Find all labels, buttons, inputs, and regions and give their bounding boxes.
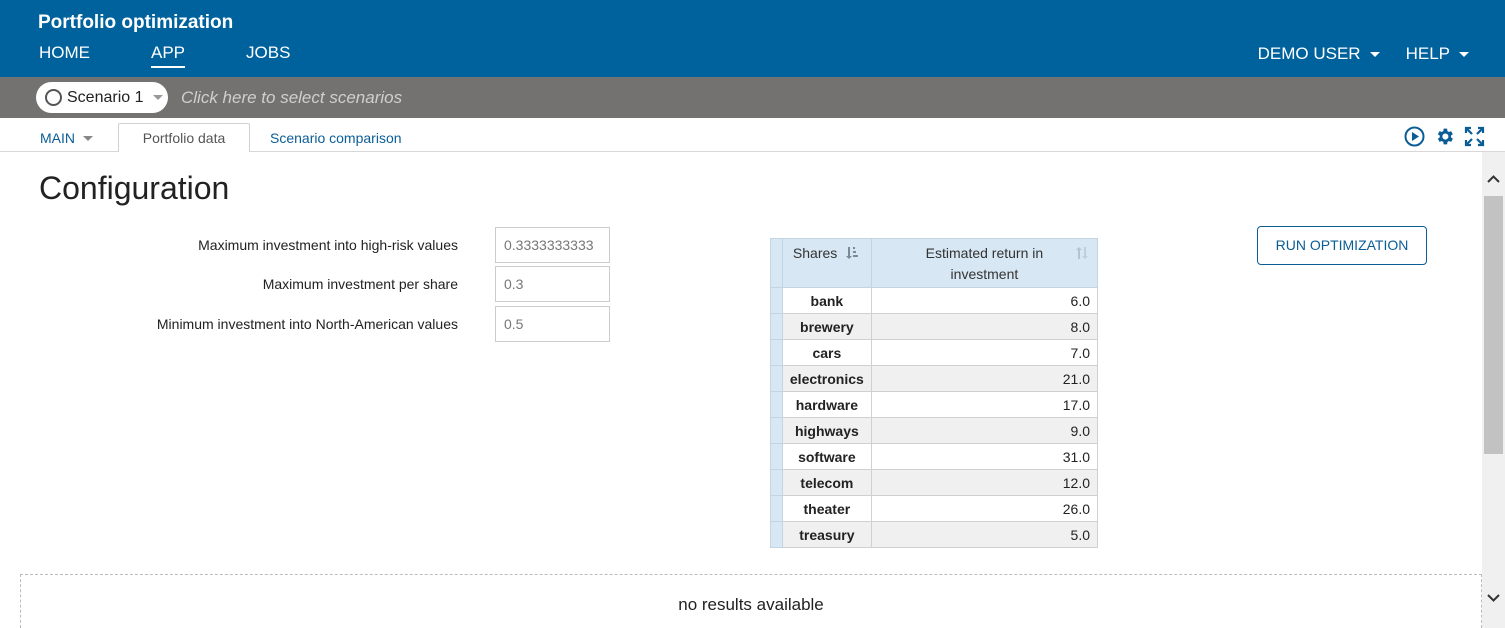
play-icon[interactable] xyxy=(1403,125,1425,147)
return-cell[interactable]: 5.0 xyxy=(870,521,1099,548)
main-content: Configuration Maximum investment into hi… xyxy=(0,152,1482,628)
share-cell[interactable]: highways xyxy=(781,417,872,444)
scroll-down-icon[interactable] xyxy=(1486,590,1501,605)
app-title: Portfolio optimization xyxy=(38,12,234,33)
table-row: software 31.0 xyxy=(770,443,1099,470)
run-optimization-button[interactable]: RUN OPTIMIZATION xyxy=(1257,226,1427,265)
share-cell[interactable]: theater xyxy=(781,495,872,522)
table-row: cars 7.0 xyxy=(770,339,1099,366)
sort-icon[interactable] xyxy=(1074,245,1088,266)
row-gutter xyxy=(770,417,783,444)
shares-table: Shares Estimated return in investment ba… xyxy=(770,238,1099,548)
row-gutter xyxy=(770,469,783,496)
results-message: no results available xyxy=(678,595,824,614)
chevron-down-icon xyxy=(83,135,93,141)
param-row-north-american: Minimum investment into North-American v… xyxy=(0,306,620,342)
nav-jobs[interactable]: JOBS xyxy=(246,43,290,68)
col-header-shares[interactable]: Shares xyxy=(781,238,872,288)
share-cell[interactable]: brewery xyxy=(781,313,872,340)
page-title: Configuration xyxy=(39,170,230,206)
return-cell[interactable]: 12.0 xyxy=(870,469,1099,496)
table-row: highways 9.0 xyxy=(770,417,1099,444)
table-row: hardware 17.0 xyxy=(770,391,1099,418)
scrollbar-thumb[interactable] xyxy=(1484,196,1503,454)
return-cell[interactable]: 8.0 xyxy=(870,313,1099,340)
scenario-bar: Scenario 1 Click here to select scenario… xyxy=(0,77,1505,118)
north-american-input[interactable]: 0.5 xyxy=(495,306,610,342)
scenario-selector[interactable]: Scenario 1 xyxy=(36,82,168,113)
table-row: bank 6.0 xyxy=(770,287,1099,314)
help-menu-label: HELP xyxy=(1405,44,1450,63)
nav-home[interactable]: HOME xyxy=(39,43,90,68)
table-corner xyxy=(770,238,783,288)
chevron-down-icon xyxy=(1369,51,1380,57)
return-cell[interactable]: 7.0 xyxy=(870,339,1099,366)
results-panel: no results available xyxy=(20,574,1482,628)
help-menu[interactable]: HELP xyxy=(1406,44,1469,64)
table-row: theater 26.0 xyxy=(770,495,1099,522)
share-cell[interactable]: cars xyxy=(781,339,872,366)
share-cell[interactable]: telecom xyxy=(781,469,872,496)
expand-icon[interactable] xyxy=(1463,125,1485,147)
table-row: electronics 21.0 xyxy=(770,365,1099,392)
tab-portfolio-data[interactable]: Portfolio data xyxy=(118,123,250,153)
return-cell[interactable]: 21.0 xyxy=(870,365,1099,392)
param-label: Maximum investment into high-risk values xyxy=(198,237,458,253)
chevron-down-icon xyxy=(152,95,163,100)
table-row: treasury 5.0 xyxy=(770,521,1099,548)
share-cell[interactable]: software xyxy=(781,443,872,470)
tab-toolbar xyxy=(1403,125,1485,147)
per-share-input[interactable]: 0.3 xyxy=(495,266,610,302)
param-row-per-share: Maximum investment per share 0.3 xyxy=(0,266,620,302)
return-cell[interactable]: 9.0 xyxy=(870,417,1099,444)
return-cell[interactable]: 17.0 xyxy=(870,391,1099,418)
high-risk-input[interactable]: 0.3333333333 xyxy=(495,227,610,263)
col-header-label: Shares xyxy=(792,245,838,261)
row-gutter xyxy=(770,339,783,366)
scroll-up-icon[interactable] xyxy=(1486,172,1501,187)
return-cell[interactable]: 31.0 xyxy=(870,443,1099,470)
row-gutter xyxy=(770,391,783,418)
row-gutter xyxy=(770,287,783,314)
sort-ascending-icon[interactable] xyxy=(845,246,859,263)
scenario-name: Scenario 1 xyxy=(67,88,144,106)
share-cell[interactable]: electronics xyxy=(781,365,872,392)
row-gutter xyxy=(770,313,783,340)
row-gutter xyxy=(770,521,783,548)
share-cell[interactable]: treasury xyxy=(781,521,872,548)
param-row-high-risk: Maximum investment into high-risk values… xyxy=(0,227,620,263)
tab-main-menu[interactable]: MAIN xyxy=(40,130,93,146)
col-header-label: Estimated return in investment xyxy=(925,245,1044,282)
right-menu: DEMO USER HELP xyxy=(1232,44,1469,64)
share-cell[interactable]: hardware xyxy=(781,391,872,418)
gear-icon[interactable] xyxy=(1433,125,1455,147)
tab-scenario-comparison[interactable]: Scenario comparison xyxy=(270,130,402,146)
return-cell[interactable]: 26.0 xyxy=(870,495,1099,522)
user-menu[interactable]: DEMO USER xyxy=(1258,44,1380,64)
tab-main-label: MAIN xyxy=(40,130,75,146)
row-gutter xyxy=(770,365,783,392)
vertical-scrollbar[interactable] xyxy=(1482,152,1505,628)
main-nav: HOME APP JOBS xyxy=(39,43,351,68)
row-gutter xyxy=(770,495,783,522)
table-row: telecom 12.0 xyxy=(770,469,1099,496)
scenario-status-icon xyxy=(45,89,62,106)
table-row: brewery 8.0 xyxy=(770,313,1099,340)
user-menu-label: DEMO USER xyxy=(1257,44,1361,63)
scenario-select-placeholder[interactable]: Click here to select scenarios xyxy=(181,88,402,108)
param-label: Minimum investment into North-American v… xyxy=(156,316,458,332)
col-header-return[interactable]: Estimated return in investment xyxy=(870,238,1099,288)
return-cell[interactable]: 6.0 xyxy=(870,287,1099,314)
top-header: Portfolio optimization HOME APP JOBS DEM… xyxy=(0,0,1505,77)
nav-app[interactable]: APP xyxy=(151,43,186,68)
tab-bar: MAIN Portfolio data Scenario comparison xyxy=(0,118,1505,153)
param-label: Maximum investment per share xyxy=(262,276,458,292)
share-cell[interactable]: bank xyxy=(781,287,872,314)
row-gutter xyxy=(770,443,783,470)
chevron-down-icon xyxy=(1459,51,1469,57)
